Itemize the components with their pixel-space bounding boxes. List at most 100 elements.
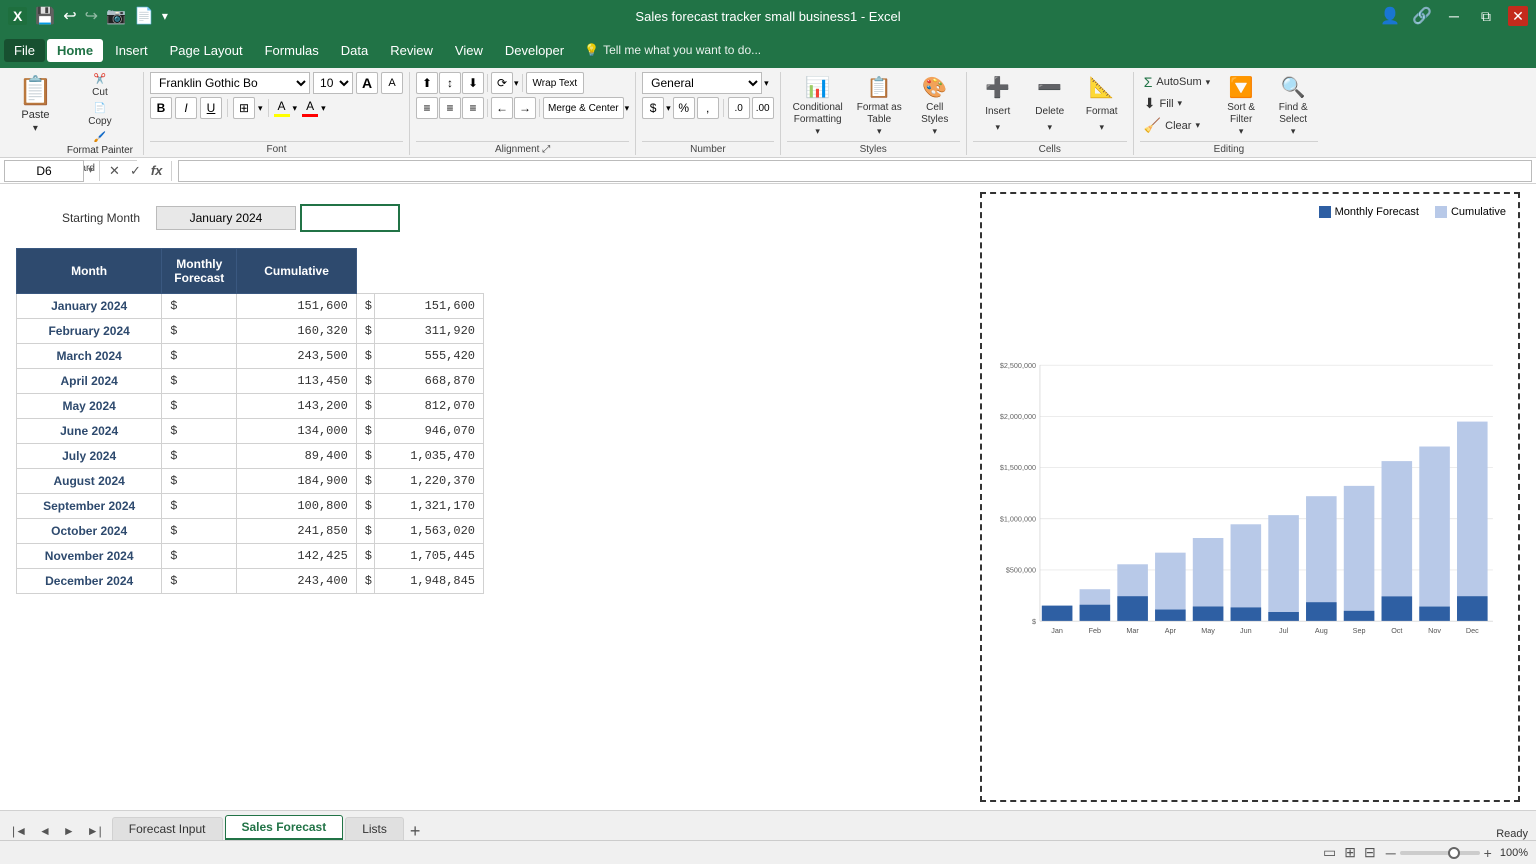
- delete-button[interactable]: ➖ Delete ▾: [1025, 72, 1075, 136]
- starting-month-input-cell[interactable]: [300, 204, 400, 232]
- zoom-in-button[interactable]: +: [1484, 845, 1492, 861]
- forecast-value-cell[interactable]: 160,320: [237, 319, 356, 344]
- clear-dropdown[interactable]: ▾: [1195, 120, 1200, 131]
- paste-button[interactable]: 📋 Paste ▾: [10, 72, 61, 136]
- month-cell[interactable]: February 2024: [17, 319, 162, 344]
- increase-indent-button[interactable]: →: [514, 97, 536, 119]
- autosum-dropdown[interactable]: ▾: [1206, 77, 1211, 88]
- month-cell[interactable]: September 2024: [17, 494, 162, 519]
- tell-me-text[interactable]: Tell me what you want to do...: [603, 43, 761, 57]
- month-cell[interactable]: August 2024: [17, 469, 162, 494]
- normal-view-button[interactable]: ▭: [1321, 842, 1338, 863]
- menu-page-layout[interactable]: Page Layout: [160, 39, 253, 62]
- restore-button[interactable]: ⧉: [1476, 6, 1496, 26]
- clear-button[interactable]: 🧹 Clear ▾: [1140, 115, 1214, 136]
- orientation-dropdown[interactable]: ▾: [514, 78, 519, 89]
- table-row[interactable]: March 2024 $ 243,500 $ 555,420: [17, 344, 484, 369]
- menu-developer[interactable]: Developer: [495, 39, 574, 62]
- increase-decimal-button[interactable]: .0: [728, 97, 750, 119]
- month-cell[interactable]: January 2024: [17, 294, 162, 319]
- add-sheet-button[interactable]: +: [406, 822, 425, 840]
- font-family-select[interactable]: Franklin Gothic Bo: [150, 72, 310, 94]
- menu-data[interactable]: Data: [331, 39, 378, 62]
- starting-month-value[interactable]: January 2024: [156, 206, 296, 230]
- table-row[interactable]: June 2024 $ 134,000 $ 946,070: [17, 419, 484, 444]
- menu-review[interactable]: Review: [380, 39, 443, 62]
- forecast-value-cell[interactable]: 89,400: [237, 444, 356, 469]
- cumulative-value-cell[interactable]: 1,705,445: [374, 544, 483, 569]
- accounting-format-button[interactable]: $: [642, 97, 664, 119]
- month-cell[interactable]: April 2024: [17, 369, 162, 394]
- forecast-value-cell[interactable]: 241,850: [237, 519, 356, 544]
- autosum-button[interactable]: Σ AutoSum ▾: [1140, 72, 1214, 92]
- format-button[interactable]: 📐 Format ▾: [1077, 72, 1127, 136]
- formula-input[interactable]: [178, 160, 1532, 182]
- menu-file[interactable]: File: [4, 39, 45, 62]
- align-top-button[interactable]: ⬆: [416, 72, 438, 94]
- decrease-decimal-button[interactable]: .00: [752, 97, 774, 119]
- month-cell[interactable]: July 2024: [17, 444, 162, 469]
- month-cell[interactable]: December 2024: [17, 569, 162, 594]
- month-cell[interactable]: March 2024: [17, 344, 162, 369]
- cumulative-value-cell[interactable]: 151,600: [374, 294, 483, 319]
- fill-color-button[interactable]: A: [274, 99, 290, 117]
- tell-me-bar[interactable]: 💡 Tell me what you want to do...: [584, 43, 761, 57]
- align-right-button[interactable]: ≡: [462, 97, 484, 119]
- number-format-select[interactable]: General: [642, 72, 762, 94]
- undo-icon[interactable]: ↩: [63, 6, 76, 26]
- conditional-formatting-button[interactable]: 📊 Conditional Formatting ▾: [787, 72, 849, 136]
- percent-button[interactable]: %: [673, 97, 695, 119]
- prev-sheet-button[interactable]: ◄: [35, 822, 55, 840]
- font-color-button[interactable]: A: [302, 99, 318, 117]
- forecast-value-cell[interactable]: 142,425: [237, 544, 356, 569]
- fs-dropdown-icon[interactable]: ▾: [1291, 126, 1296, 137]
- orientation-button[interactable]: ⟳: [491, 72, 513, 94]
- doc-icon[interactable]: 📄: [134, 6, 154, 26]
- format-painter-button[interactable]: 🖌️ Format Painter: [63, 130, 137, 158]
- underline-button[interactable]: U: [200, 97, 222, 119]
- menu-insert[interactable]: Insert: [105, 39, 158, 62]
- font-color-dropdown[interactable]: ▾: [321, 103, 326, 114]
- accounting-dropdown[interactable]: ▾: [666, 103, 671, 114]
- first-sheet-button[interactable]: |◄: [8, 822, 31, 840]
- border-dropdown-icon[interactable]: ▾: [258, 103, 263, 114]
- forecast-value-cell[interactable]: 151,600: [237, 294, 356, 319]
- cut-button[interactable]: ✂️ Cut: [63, 72, 137, 100]
- cumulative-value-cell[interactable]: 311,920: [374, 319, 483, 344]
- zoom-slider-thumb[interactable]: [1448, 847, 1460, 859]
- cell-ref-dropdown[interactable]: ▾: [88, 165, 93, 176]
- save-icon[interactable]: 💾: [35, 6, 55, 26]
- page-break-view-button[interactable]: ⊟: [1362, 842, 1378, 863]
- fill-dropdown[interactable]: ▾: [1178, 98, 1183, 109]
- forecast-value-cell[interactable]: 184,900: [237, 469, 356, 494]
- font-size-select[interactable]: 10: [313, 72, 353, 94]
- table-row[interactable]: April 2024 $ 113,450 $ 668,870: [17, 369, 484, 394]
- close-button[interactable]: ✕: [1508, 6, 1528, 26]
- last-sheet-button[interactable]: ►|: [83, 822, 106, 840]
- decrease-font-size-button[interactable]: A: [381, 72, 403, 94]
- fat-dropdown-icon[interactable]: ▾: [877, 126, 882, 137]
- wrap-text-button[interactable]: Wrap Text: [526, 72, 585, 94]
- number-format-dropdown[interactable]: ▾: [764, 78, 769, 89]
- fill-color-dropdown[interactable]: ▾: [293, 103, 298, 114]
- copy-button[interactable]: 📄 Copy: [63, 101, 137, 129]
- month-cell[interactable]: May 2024: [17, 394, 162, 419]
- table-row[interactable]: May 2024 $ 143,200 $ 812,070: [17, 394, 484, 419]
- customize-icon[interactable]: ▾: [162, 9, 168, 23]
- italic-button[interactable]: I: [175, 97, 197, 119]
- tab-sales-forecast[interactable]: Sales Forecast: [225, 815, 344, 840]
- tab-lists[interactable]: Lists: [345, 817, 404, 840]
- cell-styles-button[interactable]: 🎨 Cell Styles ▾: [910, 72, 960, 136]
- cumulative-value-cell[interactable]: 555,420: [374, 344, 483, 369]
- cancel-icon[interactable]: ✕: [106, 163, 123, 179]
- cumulative-value-cell[interactable]: 1,321,170: [374, 494, 483, 519]
- paste-dropdown-icon[interactable]: ▾: [33, 123, 38, 134]
- cumulative-value-cell[interactable]: 946,070: [374, 419, 483, 444]
- month-cell[interactable]: June 2024: [17, 419, 162, 444]
- align-left-button[interactable]: ≡: [416, 97, 438, 119]
- border-button[interactable]: ⊞: [233, 97, 255, 119]
- cumulative-value-cell[interactable]: 1,948,845: [374, 569, 483, 594]
- camera-icon[interactable]: 📷: [106, 6, 126, 26]
- month-cell[interactable]: November 2024: [17, 544, 162, 569]
- align-center-button[interactable]: ≡: [439, 97, 461, 119]
